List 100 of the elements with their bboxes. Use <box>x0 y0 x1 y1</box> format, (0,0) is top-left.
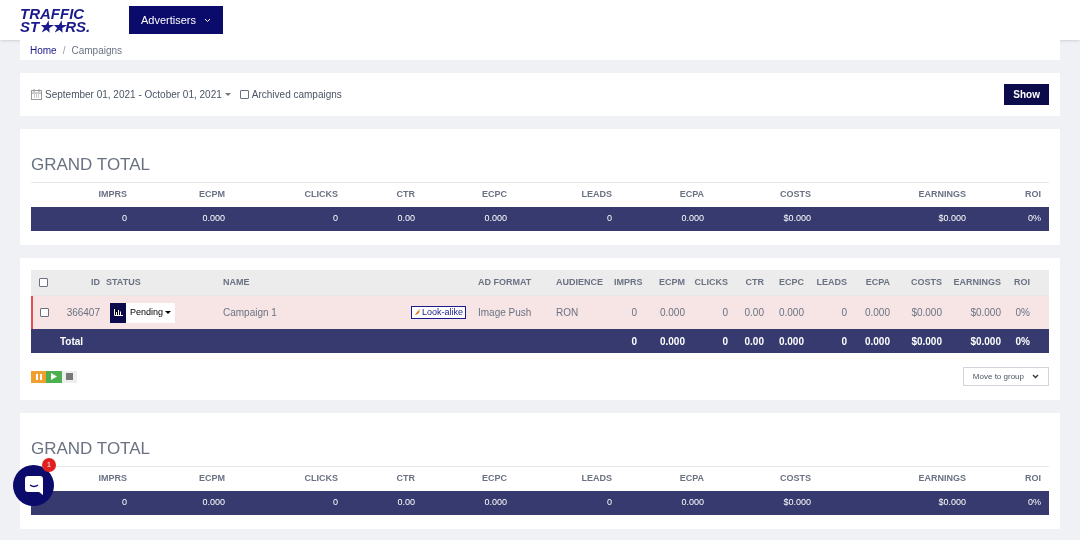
checkbox-label: Archived campaigns <box>251 88 342 102</box>
stop-icon <box>66 373 73 380</box>
column-header: AUDIENCE <box>555 275 604 289</box>
move-to-group-select[interactable]: Move to group <box>962 367 1049 386</box>
row-checkbox[interactable] <box>39 308 49 317</box>
column-header: CTR <box>744 275 765 289</box>
column-header: CLICKS <box>303 472 339 486</box>
column-header: ECPA <box>678 188 705 202</box>
column-header: AD FORMAT <box>477 275 533 289</box>
total-cell-text: 0 <box>332 212 339 226</box>
total-cell-text: 0.00 <box>743 334 765 349</box>
column-header: LEADS <box>580 188 613 202</box>
column-header: CLICKS <box>303 188 339 202</box>
total-cell-text: 0.000 <box>483 496 508 510</box>
column-header: ECPC <box>778 275 805 289</box>
column-header: CLICKS <box>693 275 729 289</box>
column-header: CTR <box>395 472 416 486</box>
total-cell-text: 0.000 <box>863 334 891 349</box>
breadcrumb-link[interactable]: Home <box>30 42 57 58</box>
column-header: ECPA <box>864 275 891 289</box>
total-cell-text: 0 <box>121 212 128 226</box>
total-cell-text: 0 <box>606 212 613 226</box>
caret-icon <box>165 310 172 315</box>
table-cell-text: 0 <box>840 306 848 320</box>
column-header: NAME <box>222 275 251 289</box>
look-alike-tag[interactable]: Look-alike <box>410 306 466 319</box>
total-cell-text: 0.000 <box>658 334 686 349</box>
column-header: ECPM <box>658 275 686 289</box>
table-cell-text: 0 <box>721 306 729 320</box>
select-all-checkbox[interactable] <box>38 278 48 287</box>
column-header: COSTS <box>779 472 812 486</box>
total-cell-text: 0 <box>721 334 729 349</box>
column-header: ROI <box>1013 275 1031 289</box>
breadcrumb-current: Campaigns <box>71 43 123 58</box>
chevron-icon <box>1032 374 1039 379</box>
chat-icon <box>24 476 43 495</box>
caret-icon <box>224 92 231 97</box>
column-header: ROI <box>1024 188 1042 202</box>
total-cell-text: 0.000 <box>201 212 226 226</box>
chart-icon[interactable] <box>110 302 126 323</box>
column-header: COSTS <box>779 188 812 202</box>
table-cell-text: 0.00 <box>743 306 765 320</box>
calendar-icon <box>31 89 42 100</box>
total-cell-text: $0.000 <box>969 334 1002 349</box>
total-cell-text: 0% <box>1014 334 1031 349</box>
column-header: ECPA <box>678 472 705 486</box>
date-range-picker[interactable]: September 01, 2021 - October 01, 2021 <box>31 87 231 102</box>
total-cell-text: 0.00 <box>396 212 416 226</box>
total-cell-text: 0.000 <box>483 212 508 226</box>
play-button[interactable] <box>46 370 62 383</box>
column-header: ECPM <box>198 472 226 486</box>
archived-checkbox[interactable] <box>239 90 249 99</box>
total-cell-text: 0.000 <box>680 212 705 226</box>
total-cell-text: $0.000 <box>782 496 812 510</box>
column-header: LEADS <box>815 275 848 289</box>
section-title: GRAND TOTAL <box>31 155 151 174</box>
total-cell-text: 0% <box>1027 212 1042 226</box>
total-cell-text: 0 <box>121 496 128 510</box>
delete-button[interactable] <box>62 370 77 383</box>
total-cell-text: $0.000 <box>782 212 812 226</box>
column-header: LEADS <box>580 472 613 486</box>
table-cell-text: 0.000 <box>863 306 891 320</box>
total-cell-text: 0.00 <box>396 496 416 510</box>
pause-icon <box>35 373 42 380</box>
column-header: COSTS <box>910 275 943 289</box>
logo-text: ST★★RS. <box>20 20 92 33</box>
show-button[interactable]: Show <box>1004 84 1049 105</box>
total-cell-text: 0.000 <box>201 496 226 510</box>
audience-cell-text: RON <box>555 306 580 320</box>
total-cell-text: $0.000 <box>937 212 967 226</box>
column-header: ID <box>90 275 101 289</box>
total-label: Total <box>59 334 85 349</box>
chevron-icon <box>204 17 212 23</box>
total-cell-text: 0 <box>332 496 339 510</box>
section-title: GRAND TOTAL <box>31 439 151 458</box>
table-cell-text: $0.000 <box>969 306 1002 320</box>
column-header: STATUS <box>105 275 142 289</box>
table-cell-text: 0.000 <box>658 306 686 320</box>
table-cell-text: 0% <box>1014 306 1031 320</box>
column-header: ECPC <box>481 188 508 202</box>
column-header: EARNINGS <box>952 275 1002 289</box>
breadcrumb-separator: / <box>62 43 66 58</box>
column-header: EARNINGS <box>917 188 967 202</box>
column-header: EARNINGS <box>917 472 967 486</box>
play-icon <box>51 373 57 380</box>
total-cell-text: 0.000 <box>777 334 805 349</box>
column-header: IMPRS <box>97 188 128 202</box>
table-cell-text: $0.000 <box>910 306 943 320</box>
campaign-row[interactable]: 366407 Pending Campaign 1 Look-alike Image Push RON 0 0.000 0 0.00 0.000 0 0.000 $0.000 $0.000 0% <box>31 296 1049 329</box>
total-cell-text: 0% <box>1027 496 1042 510</box>
advertisers-menu[interactable]: Advertisers <box>129 6 224 34</box>
logo-text: TRAFFIC <box>20 7 85 20</box>
column-header: ROI <box>1024 472 1042 486</box>
total-cell-text: $0.000 <box>910 334 943 349</box>
column-header: ECPM <box>198 188 226 202</box>
column-header: IMPRS <box>614 275 641 289</box>
table-cell-text: 0 <box>630 306 638 320</box>
total-cell-text: 0 <box>630 334 638 349</box>
total-cell-text: 0.000 <box>680 496 705 510</box>
total-cell-text: 0 <box>840 334 848 349</box>
